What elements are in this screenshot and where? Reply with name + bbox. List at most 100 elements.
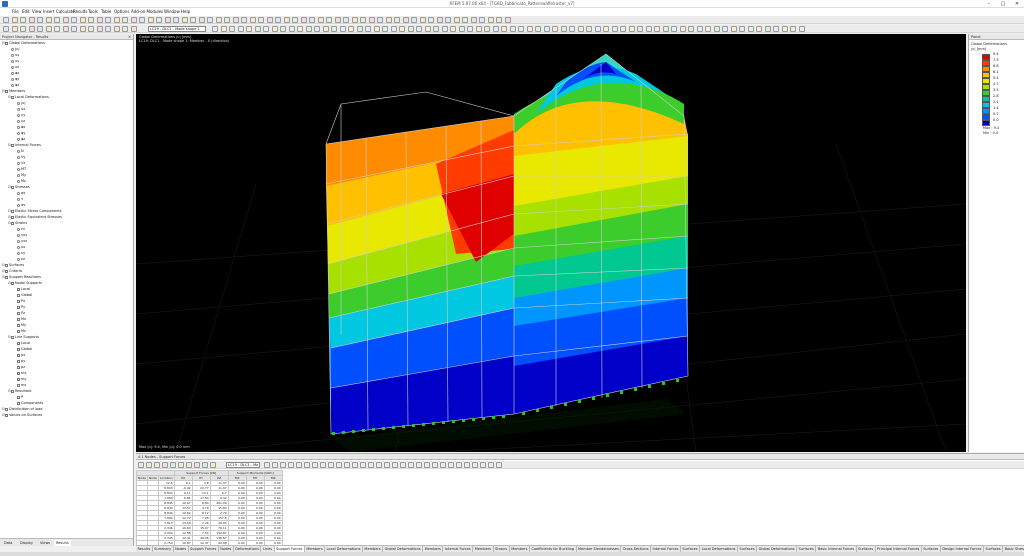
checkbox[interactable] bbox=[17, 377, 20, 381]
toolbar-button-icon[interactable] bbox=[207, 17, 213, 23]
toolbar-button-icon[interactable] bbox=[487, 17, 494, 23]
toolbar-button-icon[interactable] bbox=[368, 17, 375, 23]
toolbar-button-icon[interactable] bbox=[309, 17, 315, 23]
support-forces-table[interactable]: Support Forces [kN] Support Moments [kNm]… bbox=[136, 470, 283, 556]
radio-button[interactable] bbox=[17, 131, 20, 135]
toolbar-button-icon[interactable] bbox=[229, 26, 235, 32]
radio-button[interactable] bbox=[17, 167, 20, 171]
menu-window[interactable]: Window bbox=[164, 9, 180, 15]
toolbar-button-icon[interactable] bbox=[756, 26, 762, 32]
toolbar-button-icon[interactable] bbox=[448, 462, 454, 468]
menu-help[interactable]: Help bbox=[181, 9, 190, 15]
toolbar-button-icon[interactable] bbox=[376, 462, 382, 468]
toolbar-button-icon[interactable] bbox=[20, 17, 26, 23]
toolbar-button-icon[interactable] bbox=[20, 26, 26, 32]
radio-button[interactable] bbox=[17, 251, 20, 255]
toolbar-button-icon[interactable] bbox=[730, 26, 737, 32]
toolbar-button-icon[interactable] bbox=[336, 462, 342, 468]
menu-tools[interactable]: Tools bbox=[88, 9, 98, 15]
radio-button[interactable] bbox=[17, 173, 20, 177]
toolbar-button-icon[interactable] bbox=[496, 462, 502, 468]
toolbar-button-icon[interactable] bbox=[54, 26, 60, 32]
toolbar-button-icon[interactable] bbox=[739, 26, 745, 32]
toolbar-button-icon[interactable] bbox=[241, 17, 247, 23]
menu-file[interactable]: File bbox=[12, 9, 19, 15]
toolbar-button-icon[interactable] bbox=[464, 462, 470, 468]
toolbar-button-icon[interactable] bbox=[392, 462, 398, 468]
toolbar-button-icon[interactable] bbox=[249, 17, 256, 23]
toolbar-button-icon[interactable] bbox=[351, 17, 358, 23]
toolbar-button-icon[interactable] bbox=[288, 462, 294, 468]
toolbar-button-icon[interactable] bbox=[645, 26, 652, 32]
toolbar-button-icon[interactable] bbox=[747, 26, 754, 32]
toolbar-button-icon[interactable] bbox=[237, 26, 244, 32]
toolbar-button-icon[interactable] bbox=[198, 17, 205, 23]
toolbar-button-icon[interactable] bbox=[620, 26, 626, 32]
toolbar-button-icon[interactable] bbox=[331, 26, 337, 32]
radio-button[interactable] bbox=[17, 155, 20, 159]
radio-button[interactable] bbox=[17, 119, 20, 123]
toolbar-button-icon[interactable] bbox=[62, 17, 69, 23]
menu-edit[interactable]: Edit bbox=[22, 9, 30, 15]
toolbar-button-icon[interactable] bbox=[130, 26, 137, 32]
toolbar-button-icon[interactable] bbox=[390, 26, 397, 32]
checkbox[interactable] bbox=[17, 365, 20, 369]
menu-results[interactable]: Results bbox=[73, 9, 87, 15]
checkbox[interactable] bbox=[5, 41, 8, 45]
checkbox[interactable] bbox=[11, 335, 14, 339]
toolbar-button-icon[interactable] bbox=[722, 26, 728, 32]
checkbox[interactable] bbox=[17, 287, 20, 291]
toolbar-button-icon[interactable] bbox=[215, 17, 222, 23]
toolbar-button-icon[interactable] bbox=[411, 17, 417, 23]
toolbar-button-icon[interactable] bbox=[637, 26, 643, 32]
checkbox[interactable] bbox=[17, 293, 20, 297]
toolbar-button-icon[interactable] bbox=[773, 26, 779, 32]
toolbar-button-icon[interactable] bbox=[105, 17, 111, 23]
toolbar-button-icon[interactable] bbox=[382, 26, 388, 32]
toolbar-button-icon[interactable] bbox=[543, 26, 550, 32]
toolbar-button-icon[interactable] bbox=[220, 26, 227, 32]
checkbox[interactable] bbox=[11, 185, 14, 189]
toolbar-button-icon[interactable] bbox=[428, 17, 434, 23]
menu-insert[interactable]: Insert bbox=[43, 9, 54, 15]
toolbar-button-icon[interactable] bbox=[283, 17, 290, 23]
toolbar-button-icon[interactable] bbox=[480, 462, 486, 468]
toolbar-button-icon[interactable] bbox=[292, 17, 298, 23]
toolbar-button-icon[interactable] bbox=[272, 462, 278, 468]
column-header[interactable]: Node bbox=[146, 475, 159, 481]
toolbar-button-icon[interactable] bbox=[296, 462, 302, 468]
toolbar-button-icon[interactable] bbox=[246, 26, 252, 32]
toolbar-button-icon[interactable] bbox=[467, 26, 473, 32]
checkbox[interactable] bbox=[11, 221, 14, 225]
toolbar-button-icon[interactable] bbox=[436, 17, 443, 23]
radio-button[interactable] bbox=[11, 47, 14, 51]
toolbar-button-icon[interactable] bbox=[156, 17, 162, 23]
toolbar-button-icon[interactable] bbox=[344, 462, 350, 468]
radio-button[interactable] bbox=[17, 149, 20, 153]
toolbar-button-icon[interactable] bbox=[304, 462, 310, 468]
radio-button[interactable] bbox=[17, 125, 20, 129]
checkbox[interactable] bbox=[17, 323, 20, 327]
checkbox[interactable] bbox=[11, 215, 14, 219]
toolbar-button-icon[interactable] bbox=[377, 17, 383, 23]
radio-button[interactable] bbox=[11, 53, 14, 57]
toolbar-button-icon[interactable] bbox=[194, 462, 200, 468]
checkbox[interactable] bbox=[17, 341, 20, 345]
toolbar-button-icon[interactable] bbox=[470, 17, 477, 23]
radio-button[interactable] bbox=[17, 245, 20, 249]
toolbar-button-icon[interactable] bbox=[88, 17, 94, 23]
toolbar-button-icon[interactable] bbox=[368, 462, 374, 468]
toolbar-button-icon[interactable] bbox=[424, 26, 431, 32]
toolbar-button-icon[interactable] bbox=[162, 462, 168, 468]
toolbar-button-icon[interactable] bbox=[202, 462, 208, 468]
toolbar-button-icon[interactable] bbox=[348, 26, 354, 32]
toolbar-button-icon[interactable] bbox=[445, 17, 451, 23]
radio-button[interactable] bbox=[17, 161, 20, 165]
toolbar-button-icon[interactable] bbox=[113, 26, 120, 32]
toolbar-button-icon[interactable] bbox=[212, 26, 218, 32]
toolbar-button-icon[interactable] bbox=[232, 17, 239, 23]
load-case-select[interactable]: LC19 - DLC1 - Mode shape 1 bbox=[148, 26, 206, 32]
toolbar-button-icon[interactable] bbox=[288, 26, 295, 32]
tab-results[interactable]: Results bbox=[54, 540, 71, 546]
toolbar-button-icon[interactable] bbox=[71, 17, 77, 23]
